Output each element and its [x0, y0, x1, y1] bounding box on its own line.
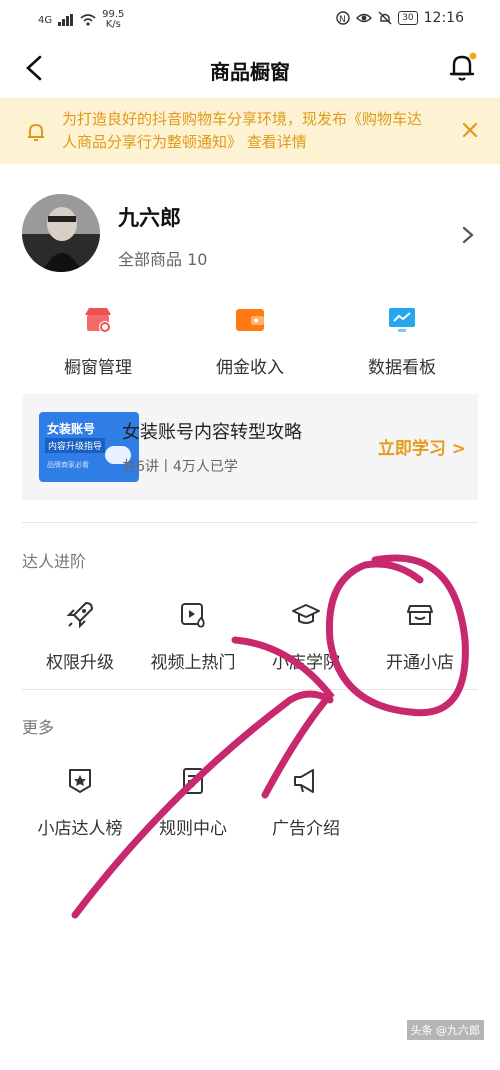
course-meta: 共6讲丨4万人已学	[122, 459, 238, 475]
course-title: 女装账号内容转型攻略	[122, 422, 302, 443]
document-icon	[183, 768, 203, 794]
net-speed: 99.5 K/s	[102, 10, 124, 30]
status-bar: 4G 99.5 K/s N 30 12:16	[0, 0, 500, 38]
net-speed-unit: K/s	[105, 19, 121, 30]
shortcut-window-manage[interactable]: 橱窗管理	[28, 305, 168, 378]
shortcut-label: 数据看板	[368, 358, 436, 378]
thumb-title: 女装账号	[47, 422, 96, 436]
item-label: 开通小店	[386, 653, 454, 673]
shortcut-label: 佣金收入	[216, 358, 284, 378]
shortcut-label: 橱窗管理	[64, 358, 132, 378]
item-permission-upgrade[interactable]: 权限升级	[20, 600, 140, 673]
section-heading-advance: 达人进阶	[22, 552, 87, 571]
svg-text:N: N	[339, 15, 346, 25]
item-shop-academy[interactable]: 小店学院	[246, 600, 366, 673]
item-label: 视频上热门	[150, 653, 236, 673]
product-count[interactable]: 全部商品 10	[118, 246, 207, 270]
item-open-shop[interactable]: 开通小店	[360, 600, 480, 673]
graduation-cap-icon	[292, 604, 320, 624]
clock: 12:16	[423, 10, 464, 26]
storefront-icon	[85, 308, 111, 333]
course-card[interactable]: 女装账号 内容升级指导 品牌商家必看 女装账号内容转型攻略 共6讲丨4万人已学 …	[22, 394, 478, 500]
notice-banner[interactable]: 为打造良好的抖音购物车分享环境，现发布《购物车达人商品分享行为整顿通知》 查看详…	[0, 98, 500, 164]
learn-now-button[interactable]: 立即学习 >	[378, 434, 466, 459]
nfc-icon: N	[336, 11, 350, 25]
nav-bar: 商品橱窗	[0, 38, 500, 98]
eye-icon	[356, 13, 373, 23]
video-fire-icon	[181, 603, 205, 628]
chevron-right-icon[interactable]	[460, 224, 476, 246]
divider	[22, 522, 478, 523]
item-label: 规则中心	[159, 819, 227, 839]
status-left: 4G 99.5 K/s	[38, 10, 124, 30]
section-heading-more: 更多	[22, 718, 55, 737]
item-rules-center[interactable]: 规则中心	[133, 766, 253, 839]
thumb-subtitle: 内容升级指导	[45, 438, 106, 453]
avatar[interactable]	[22, 194, 100, 272]
item-shop-ranking[interactable]: 小店达人榜	[20, 766, 140, 839]
item-label: 小店学院	[272, 653, 340, 673]
item-label: 小店达人榜	[37, 819, 123, 839]
close-icon[interactable]	[458, 118, 482, 142]
avatar-image	[22, 194, 100, 272]
shortcut-dashboard[interactable]: 数据看板	[332, 305, 472, 378]
watermark-text: 头条 @九六郎	[406, 1020, 484, 1040]
mute-icon	[378, 11, 392, 25]
shop-icon	[407, 605, 433, 625]
item-label: 广告介绍	[272, 819, 340, 839]
user-name: 九六郎	[118, 206, 181, 230]
bell-icon[interactable]	[446, 50, 478, 84]
signal-icon	[58, 14, 74, 26]
page-title: 商品橱窗	[210, 60, 290, 84]
notice-bell-icon	[28, 123, 44, 141]
signal-label: 4G	[38, 14, 53, 26]
status-right: N 30 12:16	[336, 10, 464, 26]
rocket-icon	[66, 602, 93, 629]
wifi-icon	[80, 14, 96, 26]
item-ad-intro[interactable]: 广告介绍	[246, 766, 366, 839]
monitor-chart-icon	[389, 308, 415, 332]
battery-level: 30	[398, 11, 418, 25]
megaphone-icon	[294, 769, 314, 793]
item-label: 权限升级	[46, 653, 114, 673]
item-video-hot[interactable]: 视频上热门	[133, 600, 253, 673]
notice-text[interactable]: 为打造良好的抖音购物车分享环境，现发布《购物车达人商品分享行为整顿通知》 查看详…	[62, 108, 432, 154]
divider	[22, 689, 478, 690]
shortcut-commission[interactable]: 佣金收入	[180, 305, 320, 378]
badge-star-icon	[69, 769, 91, 793]
thumb-tag: 品牌商家必看	[47, 461, 89, 469]
wallet-icon	[236, 309, 264, 331]
